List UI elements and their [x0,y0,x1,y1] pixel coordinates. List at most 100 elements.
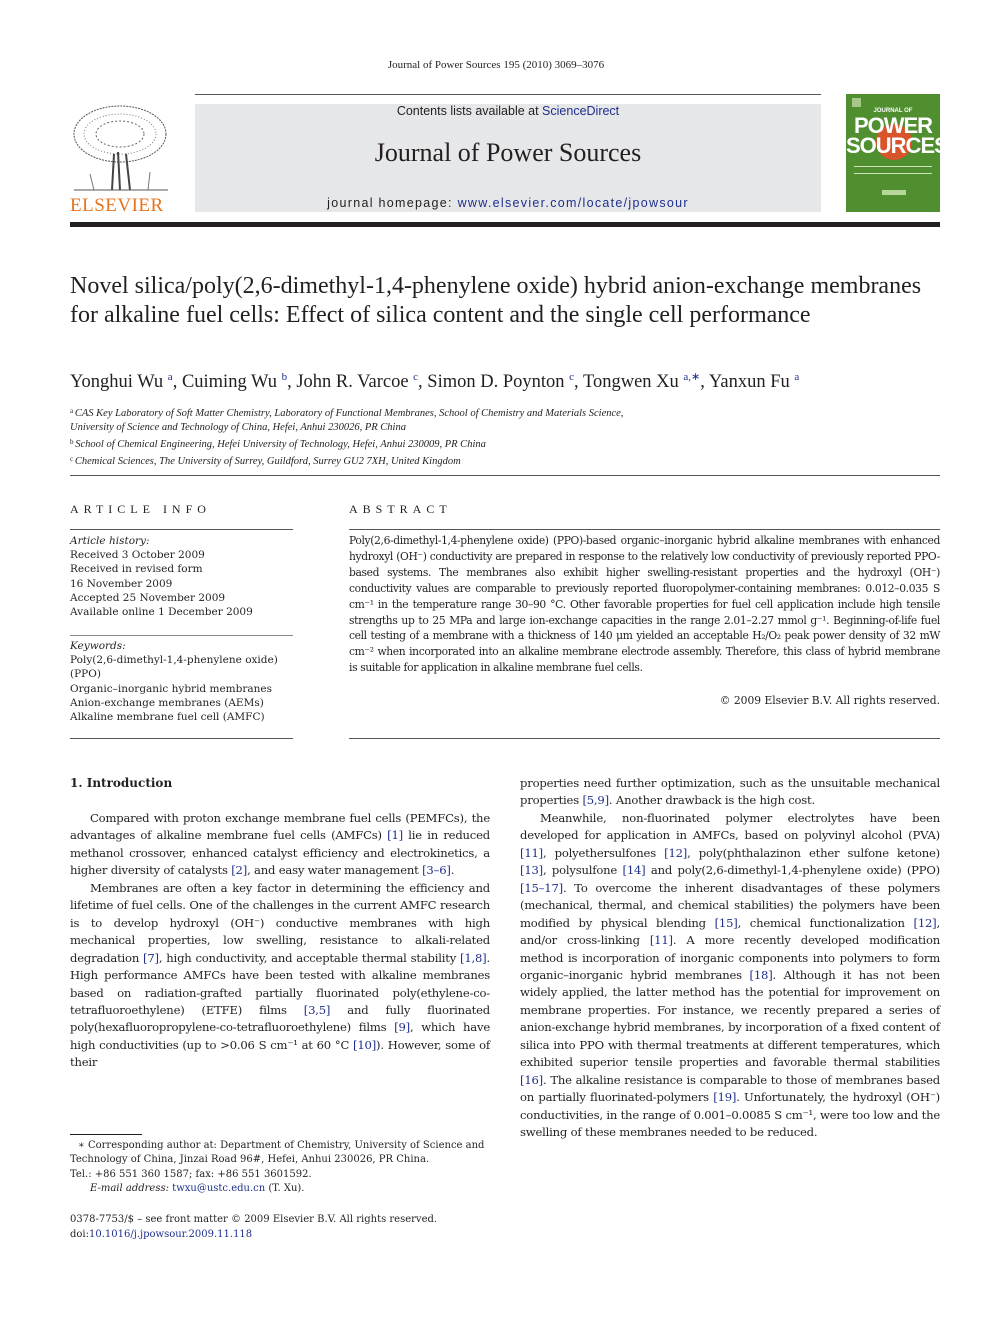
author-affiliation-marker[interactable]: a [168,371,173,383]
abstract-text: Poly(2,6-dimethyl-1,4-phenylene oxide) (… [349,534,940,675]
history-item: Received 3 October 2009 [70,549,205,562]
homepage-line: journal homepage: www.elsevier.com/locat… [195,196,821,210]
history-item: 16 November 2009 [70,577,173,590]
cover-subtitle-lines [854,166,932,174]
author-name: Cuiming Wu [181,372,282,392]
author-name: Yanxun Fu [708,372,795,392]
citation-link[interactable]: [11] [650,933,673,947]
body-paragraph: Meanwhile, non-fluorinated polymer elect… [520,810,940,1140]
doi-label: doi: [70,1229,89,1240]
citation-link[interactable]: [5,9] [582,793,609,807]
body-paragraph: properties need further optimization, su… [520,776,940,808]
citation-link[interactable]: [16] [520,1073,543,1087]
author-affiliation-marker[interactable]: c [413,371,418,383]
citation-link[interactable]: [15–17] [520,881,563,895]
abstract-rule [349,529,940,530]
citation-link[interactable]: [3,5] [304,1003,331,1017]
tree-icon [70,104,172,194]
author-affiliation-marker[interactable]: c [569,371,574,383]
affiliation-rule [70,475,940,476]
keyword-item: Alkaline membrane fuel cell (AMFC) [70,711,265,724]
affiliation-marker: c [70,455,75,463]
citation-link[interactable]: [3–6] [422,863,451,877]
sciencedirect-link[interactable]: ScienceDirect [542,104,619,118]
history-item: Accepted 25 November 2009 [70,591,226,604]
author-name: Simon D. Poynton [427,372,570,392]
section-heading-introduction: 1. Introduction [70,776,173,790]
affiliations: a CAS Key Laboratory of Soft Matter Chem… [70,404,940,469]
history-item: Received in revised form [70,563,203,576]
keywords-rule [70,635,293,636]
affiliation-continued: University of Science and Technology of … [70,422,406,433]
abstract-bottom-rule [349,738,940,739]
footnote-rule [70,1134,142,1135]
keyword-item: Organic–inorganic hybrid membranes [70,682,272,695]
cover-sources: SOURCES [846,133,940,158]
citation-link[interactable]: [13] [520,863,543,877]
citation-link[interactable]: [1,8] [460,951,487,965]
body-column-right: properties need further optimization, su… [520,775,940,1142]
cover-logo-icon [852,98,861,107]
header-rule [195,94,821,95]
article-history: Article history: Received 3 October 2009… [70,534,300,619]
email-label: E-mail address: [90,1182,173,1194]
citation-link[interactable]: [12] [914,916,937,930]
body-paragraph: Membranes are often a key factor in dete… [70,880,490,1070]
abstract-heading: ABSTRACT [349,502,452,516]
journal-banner: Contents lists available at ScienceDirec… [195,104,821,212]
abstract-copyright: © 2009 Elsevier B.V. All rights reserved… [719,694,940,707]
contents-line: Contents lists available at ScienceDirec… [195,104,821,118]
affiliation-marker: a [70,407,75,415]
author-name: Tongwen Xu [582,372,684,392]
keyword-item: (PPO) [70,668,101,681]
keyword-list: Poly(2,6-dimethyl-1,4-phenylene oxide) (P… [70,653,300,724]
affiliation: a CAS Key Laboratory of Soft Matter Chem… [70,407,624,419]
keywords: Keywords: Poly(2,6-dimethyl-1,4-phenylen… [70,639,300,724]
affiliation: c Chemical Sciences, The University of S… [70,455,461,467]
article-info-bottom-rule [70,738,293,739]
doi-link[interactable]: 10.1016/j.jpowsour.2009.11.118 [89,1229,252,1240]
author-name: Yonghui Wu [70,372,168,392]
body-column-left: Compared with proton exchange membrane f… [70,810,490,1072]
corresponding-author-footnote: ∗ Corresponding author at: Department of… [70,1139,490,1196]
citation-link[interactable]: [12] [664,846,687,860]
citation-link[interactable]: [10] [353,1038,376,1052]
author-affiliation-marker[interactable]: a,∗ [683,371,700,383]
author-affiliation-marker[interactable]: b [282,371,288,383]
keyword-item: Poly(2,6-dimethyl-1,4-phenylene oxide) [70,654,278,667]
journal-title: Journal of Power Sources [374,138,642,167]
email-link[interactable]: twxu@ustc.edu.cn [172,1183,265,1194]
citation-link[interactable]: [15] [715,916,738,930]
author-name: John R. Varcoe [296,372,414,392]
citation-link[interactable]: [19] [713,1090,736,1104]
corresponding-text: ∗ Corresponding author at: Department of… [70,1140,485,1166]
elsevier-wordmark: ELSEVIER [70,195,164,216]
doi-line: doi:10.1016/j.jpowsour.2009.11.118 [70,1227,490,1242]
citation-link[interactable]: [11] [520,846,543,860]
citation-link[interactable]: [7] [143,951,159,965]
author-list: Yonghui Wu a, Cuiming Wu b, John R. Varc… [70,371,800,392]
keywords-label: Keywords: [70,640,126,652]
author-affiliation-marker[interactable]: a [794,371,799,383]
citation-link[interactable]: [9] [394,1020,410,1034]
contents-prefix: Contents lists available at [396,104,543,118]
header-thick-rule [70,222,940,227]
homepage-link[interactable]: www.elsevier.com/locate/jpowsour [458,196,689,210]
email-line: E-mail address: twxu@ustc.edu.cn (T. Xu)… [70,1182,490,1196]
article-info-rule [70,529,293,530]
history-item: Available online 1 December 2009 [70,606,253,619]
citation-link[interactable]: [1] [387,828,403,842]
article-info-heading: ARTICLE INFO [70,502,211,516]
front-matter: 0378-7753/$ – see front matter © 2009 El… [70,1212,490,1242]
cover-publisher-mark [882,190,906,195]
issn-line: 0378-7753/$ – see front matter © 2009 El… [70,1214,438,1225]
history-label: Article history: [70,535,150,547]
citation-link[interactable]: [18] [750,968,773,982]
citation-link[interactable]: [2] [231,863,247,877]
article-title: Novel silica/poly(2,6-dimethyl-1,4-pheny… [70,273,922,328]
cover-power-sources: POWER SOURCES [846,115,940,158]
journal-cover-thumbnail[interactable]: JOURNAL OF POWER SOURCES [846,94,940,212]
keyword-item: Anion-exchange membranes (AEMs) [70,696,264,709]
homepage-prefix: journal homepage: [327,196,458,210]
citation-link[interactable]: [14] [623,863,646,877]
